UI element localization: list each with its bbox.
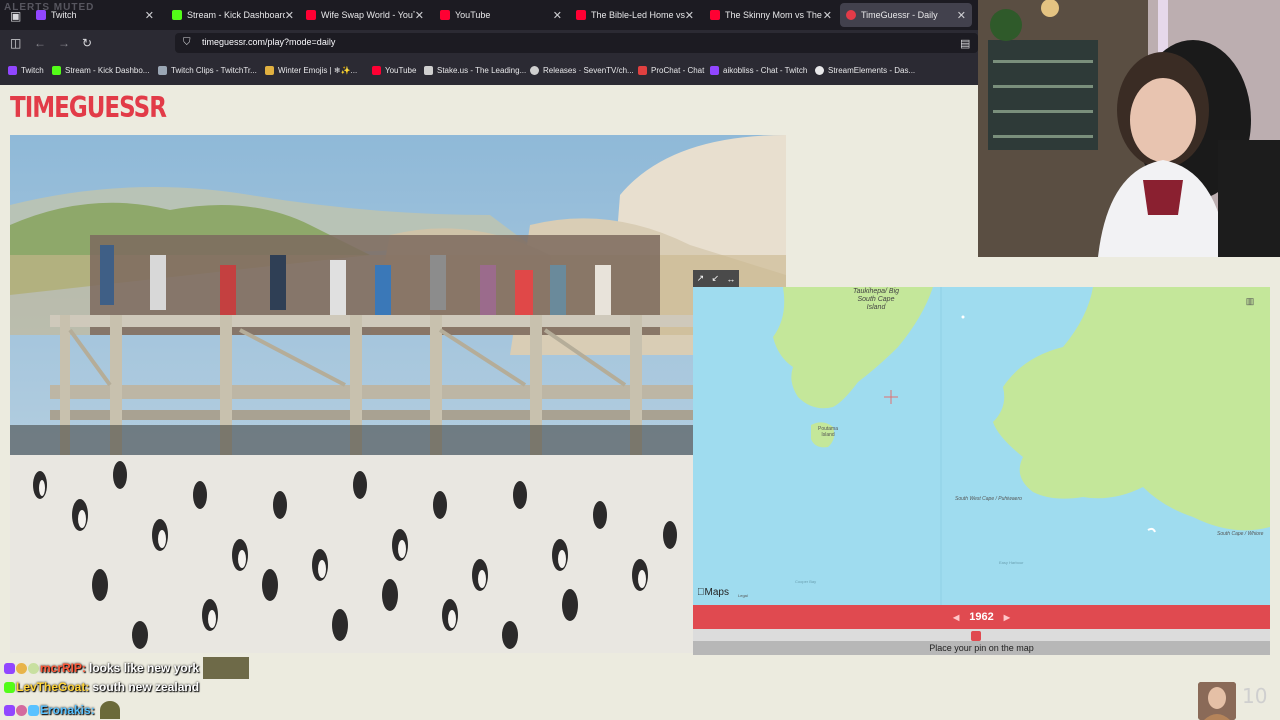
twitch-icon <box>8 66 17 75</box>
place-pin-button[interactable]: Place your pin on the map <box>693 641 1270 655</box>
bookmark-streamelements[interactable]: StreamElements - Das... <box>815 66 915 75</box>
bookmark-twitch[interactable]: Twitch <box>8 66 44 75</box>
site-info-icon[interactable]: ⛉ <box>183 37 191 48</box>
stake-icon <box>424 66 433 75</box>
tab-timeguessr-daily[interactable]: TimeGuessr - Daily ✕ <box>840 3 972 27</box>
tab-kick-dashboard[interactable]: Stream - Kick Dashboard ✕ <box>166 3 300 27</box>
apple-icon:  <box>697 587 705 598</box>
reload-icon[interactable]: ↻ <box>82 36 92 50</box>
sidebar-toggle-icon[interactable]: ◫ <box>10 36 21 50</box>
tab-youtube[interactable]: YouTube ✕ <box>434 3 568 27</box>
kick-icon <box>172 10 182 20</box>
close-icon[interactable]: ✕ <box>553 9 562 22</box>
forward-arrow-icon[interactable]: → <box>58 36 70 50</box>
chat-message: mcrRIP: looks like new york <box>4 657 250 679</box>
year-selector[interactable]: ◀ 1962 ▶ <box>693 605 1270 629</box>
youtube-icon <box>440 10 450 20</box>
timeguessr-icon <box>846 10 856 20</box>
folder-icon <box>265 66 274 75</box>
map-illustration <box>693 287 1270 605</box>
map-label-south-cape: South Cape / Whiore <box>1217 531 1264 537</box>
prochat-icon <box>638 66 647 75</box>
bookmark-winter-emojis[interactable]: Winter Emojis | ❄✨... <box>265 66 357 75</box>
emote-badge-icon <box>16 704 27 716</box>
year-value: 1962 <box>969 611 994 623</box>
secondary-webcam-illustration <box>1198 682 1236 720</box>
twitch-icon <box>710 66 719 75</box>
secondary-webcam <box>1198 682 1236 720</box>
tt-icon <box>158 66 167 75</box>
soldier-emote-icon <box>99 701 120 719</box>
map-label-south-west-cape: South West Cape / Puhiwaero <box>955 496 1022 502</box>
chat-text: looks like new york <box>89 661 200 675</box>
map-label-big-south-cape: Taukihepa/ Big South Cape Island <box>852 288 900 311</box>
widen-map-icon[interactable]: ↔ <box>726 274 735 284</box>
close-icon[interactable]: ✕ <box>145 9 154 22</box>
twitch-badge-icon <box>4 704 15 716</box>
bookmark-stake[interactable]: Stake.us - The Leading... <box>424 66 526 75</box>
sub-badge-icon <box>28 662 39 674</box>
youtube-icon <box>306 10 316 20</box>
tab-list-icon[interactable]: ▣ <box>10 9 21 23</box>
next-year-icon[interactable]: ▶ <box>1004 613 1010 622</box>
tab-twitch[interactable]: Twitch ✕ <box>30 3 160 27</box>
prev-year-icon[interactable]: ◀ <box>953 613 959 622</box>
expand-map-icon[interactable]: ↗ <box>697 273 705 284</box>
webcam-illustration <box>978 0 1280 257</box>
tab-wife-swap[interactable]: Wife Swap World - YouTube ✕ <box>300 3 430 27</box>
year-slider-thumb[interactable] <box>970 631 981 641</box>
close-icon[interactable]: ✕ <box>957 9 966 22</box>
chat-text: south new zealand <box>92 680 200 694</box>
kick-badge-icon <box>4 681 15 693</box>
bookmark-aikobliss-chat[interactable]: aikobliss - Chat - Twitch <box>710 66 807 75</box>
chat-message: LevTheGoat: south new zealand <box>4 680 199 694</box>
twitch-icon <box>36 10 46 20</box>
github-icon <box>530 66 539 75</box>
map-label-easy-harbour: Easy Harbour <box>999 560 1024 565</box>
score-counter: 10 <box>1242 684 1268 708</box>
close-icon[interactable]: ✕ <box>415 9 424 22</box>
close-icon[interactable]: ✕ <box>285 9 294 22</box>
tab-skinny-mom[interactable]: The Skinny Mom vs The He ✕ <box>704 3 838 27</box>
map-label-cooper-bay: Cooper Bay <box>795 579 817 584</box>
chat-message: Eronakis: <box>4 701 120 719</box>
map-legal-link[interactable]: Legal <box>738 593 748 598</box>
guess-photo <box>10 135 786 653</box>
url-text[interactable]: timeguessr.com/play?mode=daily <box>202 37 335 47</box>
bookmark-prochat[interactable]: ProChat - Chat <box>638 66 704 75</box>
timeguessr-logo[interactable]: TIMEGUESSR <box>10 92 167 125</box>
photo-illustration <box>10 135 786 653</box>
streamer-webcam <box>978 0 1280 257</box>
back-arrow-icon[interactable]: ← <box>34 36 46 50</box>
bookmark-youtube[interactable]: YouTube <box>372 66 416 75</box>
youtube-icon <box>372 66 381 75</box>
streamelements-icon <box>815 66 824 75</box>
bookmark-kick-dashboard[interactable]: Stream - Kick Dashbo... <box>52 66 149 75</box>
youtube-icon <box>710 10 720 20</box>
close-icon[interactable]: ✕ <box>685 9 694 22</box>
youtube-icon <box>576 10 586 20</box>
chat-username[interactable]: LevTheGoat: <box>16 680 89 694</box>
map-size-controls: ↗ ↙ ↔ <box>693 270 739 287</box>
bookmark-seventv-releases[interactable]: Releases · SevenTV/ch... <box>530 66 634 75</box>
browser-chrome: ALERTS MUTED ▣ Twitch ✕ Stream - Kick Da… <box>0 0 978 85</box>
chat-username[interactable]: mcrRIP: <box>40 661 86 675</box>
year-slider[interactable] <box>693 629 1270 641</box>
reader-view-icon[interactable]: ▤ <box>960 37 970 50</box>
apple-maps-logo: Maps <box>697 587 729 598</box>
prime-badge-icon <box>28 704 39 716</box>
tab-bible-led-home[interactable]: The Bible-Led Home vs. The ✕ <box>570 3 700 27</box>
map-type-icon[interactable]: ▥ <box>1244 295 1256 307</box>
twitch-badge-icon <box>4 662 15 674</box>
bookmark-twitch-clips[interactable]: Twitch Clips - TwitchTr... <box>158 66 257 75</box>
guess-map[interactable]: Taukihepa/ Big South Cape Island Poutama… <box>693 287 1270 605</box>
webcam-emote-icon <box>203 657 250 679</box>
map-label-poutama: Poutama Island <box>817 426 838 438</box>
shrink-map-icon[interactable]: ↙ <box>711 273 719 284</box>
close-icon[interactable]: ✕ <box>823 9 832 22</box>
chat-username[interactable]: Eronakis: <box>40 703 95 717</box>
emote-badge-icon <box>16 662 27 674</box>
kick-icon <box>52 66 61 75</box>
